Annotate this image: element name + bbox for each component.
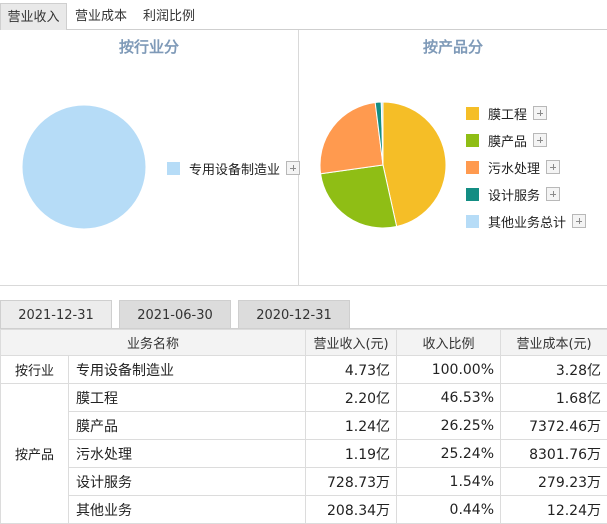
industry-chart-title: 按行业分 — [118, 38, 179, 56]
row-name: 污水处理 — [67, 439, 307, 468]
legend-swatch — [466, 106, 479, 120]
legend-item-industry: 专用设备制造业 — [167, 159, 301, 178]
legend-swatch — [466, 160, 479, 174]
expand-plus-icon[interactable] — [546, 187, 561, 201]
row-cost: 279.23万 — [500, 467, 607, 496]
expand-plus-icon[interactable] — [533, 106, 548, 120]
legend-item-product: 其他业务总计 — [466, 212, 587, 231]
industry-pie-chart — [22, 105, 146, 229]
tab-cost[interactable]: 营业成本 — [71, 3, 131, 30]
legend-swatch — [466, 214, 479, 228]
table-row: 按行业 专用设备制造业 4.73亿 100.00% 3.28亿 — [0, 355, 607, 384]
row-name: 专用设备制造业 — [67, 355, 307, 384]
row-revenue: 2.20亿 — [305, 383, 398, 412]
legend-swatch — [466, 133, 479, 147]
expand-plus-icon[interactable] — [533, 133, 548, 147]
row-cost: 3.28亿 — [500, 355, 607, 384]
business-table: 业务名称 营业收入(元) 收入比例 营业成本(元) 按行业 专用设备制造业 4.73… — [0, 329, 607, 524]
pie-slice — [320, 102, 384, 175]
row-revenue: 1.24亿 — [305, 411, 398, 440]
tab-2020-12-31[interactable]: 2020-12-31 — [238, 300, 350, 329]
row-name: 膜工程 — [67, 383, 307, 412]
product-pie-chart — [320, 102, 446, 228]
header-cost: 营业成本(元) — [500, 329, 607, 356]
pie-slice — [320, 164, 398, 228]
row-revenue: 728.73万 — [305, 467, 398, 496]
panel-divider — [0, 285, 607, 286]
tab-2021-06-30[interactable]: 2021-06-30 — [119, 300, 231, 329]
group-label: 按产品 — [0, 383, 69, 524]
tab-2021-12-31[interactable]: 2021-12-31 — [0, 300, 112, 329]
top-tab-bar: 营业收入 营业成本 利润比例 — [0, 0, 607, 30]
expand-plus-icon[interactable] — [546, 160, 561, 174]
row-cost: 1.68亿 — [500, 383, 607, 412]
header-ratio: 收入比例 — [396, 329, 502, 356]
table-row: 设计服务 728.73万 1.54% 279.23万 — [1, 467, 607, 496]
legend-swatch — [466, 187, 479, 201]
row-revenue: 1.19亿 — [305, 439, 398, 468]
tab-profit-ratio[interactable]: 利润比例 — [140, 3, 198, 30]
legend-item-product: 污水处理 — [466, 158, 561, 177]
row-cost: 12.24万 — [500, 495, 607, 524]
row-ratio: 1.54% — [396, 467, 502, 496]
row-ratio: 100.00% — [396, 355, 502, 384]
legend-label: 专用设备制造业 — [189, 162, 281, 178]
legend-swatch — [167, 161, 180, 175]
tab-revenue[interactable]: 营业收入 — [0, 3, 67, 30]
table-header-row: 业务名称 营业收入(元) 收入比例 营业成本(元) — [0, 329, 607, 356]
legend-label: 膜工程 — [488, 107, 528, 123]
table-row: 其他业务 208.34万 0.44% 12.24万 — [1, 495, 607, 524]
legend-item-product: 膜工程 — [466, 104, 548, 123]
group-label: 按行业 — [0, 355, 69, 384]
industry-chart-panel: 按行业分 专用设备制造业 — [0, 30, 301, 286]
row-cost: 8301.76万 — [500, 439, 607, 468]
legend-label: 膜产品 — [488, 134, 528, 150]
row-ratio: 25.24% — [396, 439, 502, 468]
header-revenue: 营业收入(元) — [305, 329, 398, 356]
row-cost: 7372.46万 — [500, 411, 607, 440]
product-chart-title: 按产品分 — [422, 38, 483, 56]
legend-label: 污水处理 — [488, 161, 541, 177]
row-name: 设计服务 — [67, 467, 307, 496]
legend-label: 设计服务 — [488, 188, 541, 204]
expand-plus-icon[interactable] — [286, 161, 301, 175]
header-business-name: 业务名称 — [0, 329, 307, 356]
row-revenue: 4.73亿 — [305, 355, 398, 384]
row-name: 膜产品 — [67, 411, 307, 440]
table-row: 膜产品 1.24亿 26.25% 7372.46万 — [1, 411, 607, 440]
legend-item-product: 膜产品 — [466, 131, 548, 150]
row-revenue: 208.34万 — [305, 495, 398, 524]
legend-item-product: 设计服务 — [466, 185, 561, 204]
table-row: 污水处理 1.19亿 25.24% 8301.76万 — [1, 439, 607, 468]
pie-slice — [22, 105, 146, 229]
row-ratio: 46.53% — [396, 383, 502, 412]
row-ratio: 26.25% — [396, 411, 502, 440]
legend-label: 其他业务总计 — [488, 215, 567, 231]
row-name: 其他业务 — [67, 495, 307, 524]
table-row: 按产品 膜工程 2.20亿 46.53% 1.68亿 — [0, 383, 607, 524]
product-chart-panel: 按产品分 膜工程膜产品污水处理设计服务其他业务总计 — [299, 30, 607, 286]
expand-plus-icon[interactable] — [572, 214, 587, 228]
row-ratio: 0.44% — [396, 495, 502, 524]
